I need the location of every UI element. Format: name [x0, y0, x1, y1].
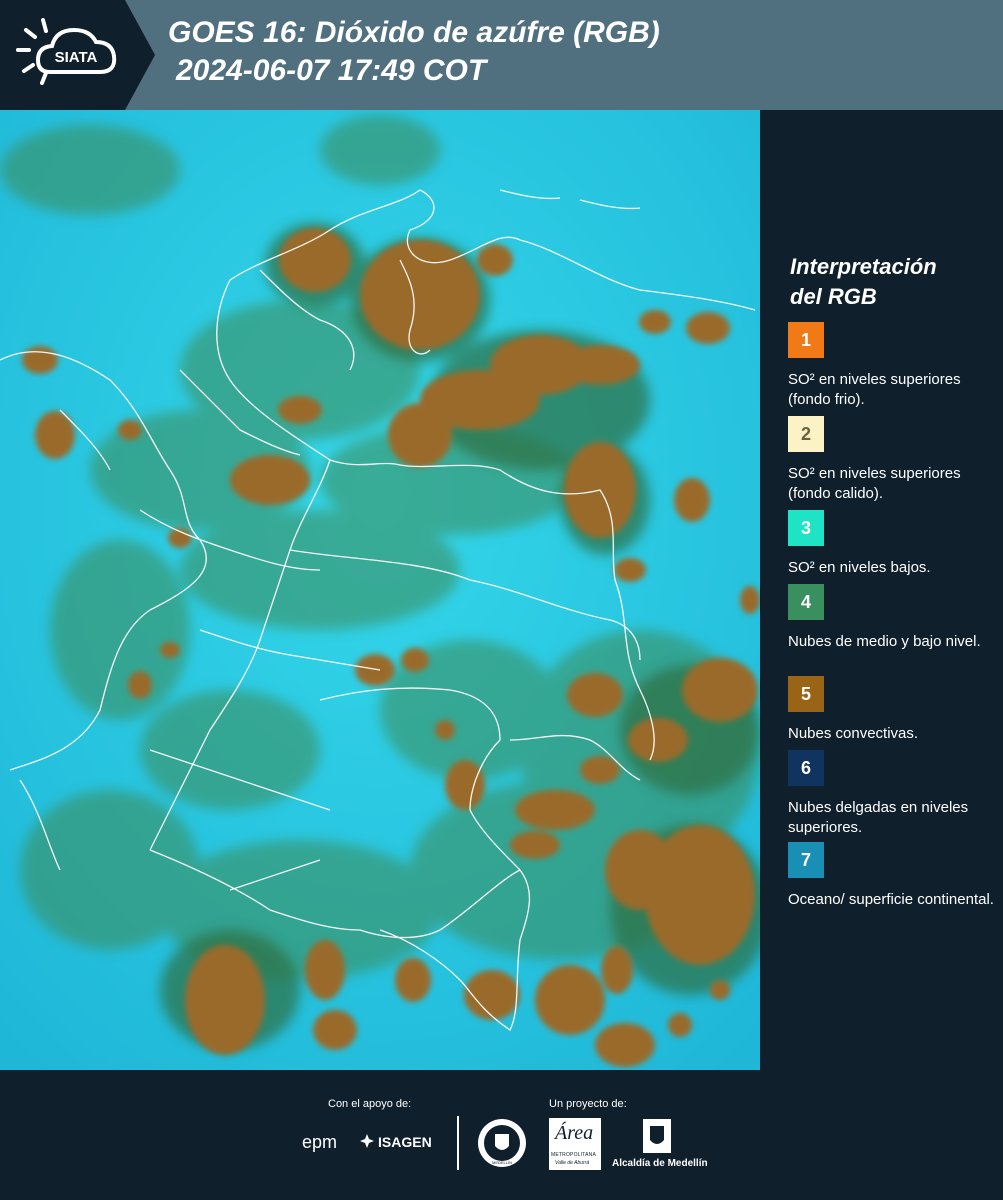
legend-title-line-2: del RGB	[790, 284, 877, 309]
isagen-mark-icon	[360, 1134, 374, 1148]
legend-item: 4 Nubes de medio y bajo nivel.	[788, 584, 998, 652]
title-line-1: GOES 16: Dióxido de azúfre (RGB)	[168, 16, 660, 49]
legend-item: 3 SO² en niveles bajos.	[788, 510, 998, 578]
project-label: Un proyecto de:	[549, 1098, 627, 1110]
area-metropolitana-logo: Área METROPOLITANA Valle de Aburrá	[549, 1118, 601, 1170]
legend-item: 6 Nubes delgadas en niveles superiores.	[788, 750, 998, 838]
header-bar: SIATA GOES 16: Dióxido de azúfre (RGB) 2…	[0, 0, 1003, 110]
legend-item: 2 SO² en niveles superiores (fondo calid…	[788, 416, 998, 504]
area-logo-subtitle-2: Valle de Aburrá	[555, 1160, 590, 1166]
epm-logo: epm	[302, 1132, 338, 1152]
legend-item: 7 Oceano/ superficie continental.	[788, 842, 998, 910]
page-title: GOES 16: Dióxido de azúfre (RGB) 2024-06…	[168, 14, 660, 90]
siata-logo-panel: SIATA	[0, 0, 155, 110]
legend-item: 5 Nubes convectivas.	[788, 676, 998, 744]
footer-bar: Con el apoyo de: Un proyecto de: epm ISA…	[0, 1070, 1003, 1200]
alcaldia-label: Alcaldía de Medellín	[612, 1158, 708, 1169]
alcaldia-shield-icon	[642, 1118, 672, 1154]
legend-title-line-1: Interpretación	[790, 254, 937, 279]
legend-item: 1 SO² en niveles superiores (fondo frio)…	[788, 322, 998, 410]
legend-title: Interpretación del RGB	[790, 252, 937, 312]
legend-text-5: Nubes convectivas.	[788, 725, 919, 742]
legend-swatch-7: 7	[788, 842, 824, 878]
legend-swatch-6: 6	[788, 750, 824, 786]
title-line-2: 2024-06-07 17:49 COT	[176, 54, 487, 87]
siata-logo: SIATA	[0, 0, 155, 110]
legend-text-1: SO² en niveles superiores (fondo frio).	[788, 371, 961, 408]
legend-swatch-1: 1	[788, 322, 824, 358]
legend-swatch-4: 4	[788, 584, 824, 620]
legend-swatch-2: 2	[788, 416, 824, 452]
legend-swatch-5: 5	[788, 676, 824, 712]
area-logo-text: Área	[555, 1122, 594, 1144]
legend-text-4: Nubes de medio y bajo nivel.	[788, 633, 981, 650]
svg-text:MEDELLÍN: MEDELLÍN	[492, 1160, 512, 1165]
legend-panel: Interpretación del RGB 1 SO² en niveles …	[760, 110, 1003, 1070]
legend-swatch-3: 3	[788, 510, 824, 546]
siata-logo-text: SIATA	[55, 49, 98, 66]
isagen-logo: ISAGEN	[378, 1134, 432, 1150]
medellin-seal-icon: MEDELLÍN	[477, 1118, 527, 1168]
legend-text-7: Oceano/ superficie continental.	[788, 891, 994, 908]
legend-text-2: SO² en niveles superiores (fondo calido)…	[788, 465, 961, 502]
satellite-map	[0, 110, 770, 1070]
legend-text-6: Nubes delgadas en niveles superiores.	[788, 799, 969, 836]
so2-rgb-satellite-image	[0, 110, 770, 1070]
legend-text-3: SO² en niveles bajos.	[788, 559, 931, 576]
footer-divider	[457, 1116, 459, 1170]
area-logo-subtitle: METROPOLITANA	[551, 1152, 597, 1158]
support-label: Con el apoyo de:	[328, 1098, 412, 1110]
